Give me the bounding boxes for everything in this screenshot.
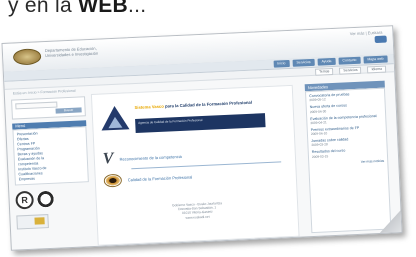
hero-title-text: para la Calidad de la Formación Profesio…	[164, 99, 253, 109]
section-quality-link[interactable]: Calidad de la Formación Profesional	[128, 174, 193, 182]
news-item[interactable]: Nueva oferta de cursos 2009-04-30	[310, 102, 382, 114]
government-logo-icon[interactable]	[12, 48, 42, 66]
caption-strong: WEB	[78, 0, 129, 17]
news-item[interactable]: Convocatoria de pruebas 2009-05-12	[309, 91, 381, 102]
news-item[interactable]: Evaluación de la competencia profesional…	[310, 113, 382, 125]
main-content: Sistema Vasco para la Calidad de la Form…	[90, 84, 300, 246]
caption-prefix: y en la	[8, 0, 79, 17]
nav-tab-servicios[interactable]: Servicios	[292, 58, 315, 67]
news-item[interactable]: Premios extraordinarios de FP 2009-04-10	[311, 125, 383, 136]
nav-tab-ayuda[interactable]: Ayuda	[317, 57, 336, 66]
quality-seal-icon	[36, 189, 56, 209]
nav-tab-contacto[interactable]: Contacto	[338, 56, 361, 65]
government-title: Departamento de Educación, Universidades…	[45, 43, 166, 63]
section-recognition[interactable]: V Reconocimiento de la competencia	[102, 147, 182, 169]
search-panel: Buscar	[11, 96, 86, 120]
select-idioma[interactable]: Idioma	[367, 65, 387, 74]
left-sidebar: Buscar Menú Presentación Ofertas Centros…	[11, 96, 92, 245]
hero-box-text: Agencia de Calidad de la Formación Profe…	[138, 117, 203, 125]
section-recognition-link[interactable]: Reconocimiento de la competencia	[119, 153, 181, 161]
hero-box: Agencia de Calidad de la Formación Profe…	[135, 113, 266, 134]
news-item[interactable]: Resultados del curso 2009-03-15	[312, 147, 384, 159]
select-temas[interactable]: Temas	[314, 67, 334, 76]
registered-r-icon: R	[15, 190, 35, 210]
certification-logos: R	[15, 188, 90, 210]
checkmark-v-icon: V	[102, 150, 114, 168]
select-servicios[interactable]: Servicios	[339, 66, 362, 75]
website-screenshot: Departamento de Educación, Universidades…	[1, 25, 403, 251]
caption-heading: y en la WEB...	[8, 0, 146, 18]
search-input[interactable]	[15, 101, 58, 110]
news-item[interactable]: Jornadas sobre calidad 2009-03-28	[311, 136, 383, 148]
hero-title: Sistema Vasco para la Calidad de la Form…	[134, 98, 284, 110]
search-button[interactable]: Buscar	[55, 107, 82, 114]
section-quality[interactable]: Calidad de la Formación Profesional	[103, 170, 193, 188]
page-curl	[374, 205, 403, 238]
more-news-link[interactable]: Ver más noticias	[312, 159, 385, 166]
partner-logo-icon[interactable]	[16, 214, 49, 230]
hero-highlight: Sistema Vasco	[134, 103, 164, 111]
language-flag-icon[interactable]	[374, 35, 387, 44]
breadcrumb[interactable]: Estás en: Inicio > Formación Profesional	[13, 89, 76, 96]
content-footer: Gobierno Vasco - Eusko Jaurlaritza Donos…	[137, 200, 258, 222]
nav-tab-mapa[interactable]: Mapa web	[363, 55, 388, 64]
nav-tab-inicio[interactable]: Inicio	[273, 59, 290, 68]
sidebar-menu: Presentación Ofertas Centros FP Programa…	[12, 126, 89, 186]
agency-logo-inner-icon	[107, 116, 123, 129]
hero-banner[interactable]: Sistema Vasco para la Calidad de la Form…	[100, 94, 285, 138]
eye-icon	[103, 173, 123, 188]
caption-suffix: ...	[128, 0, 147, 17]
